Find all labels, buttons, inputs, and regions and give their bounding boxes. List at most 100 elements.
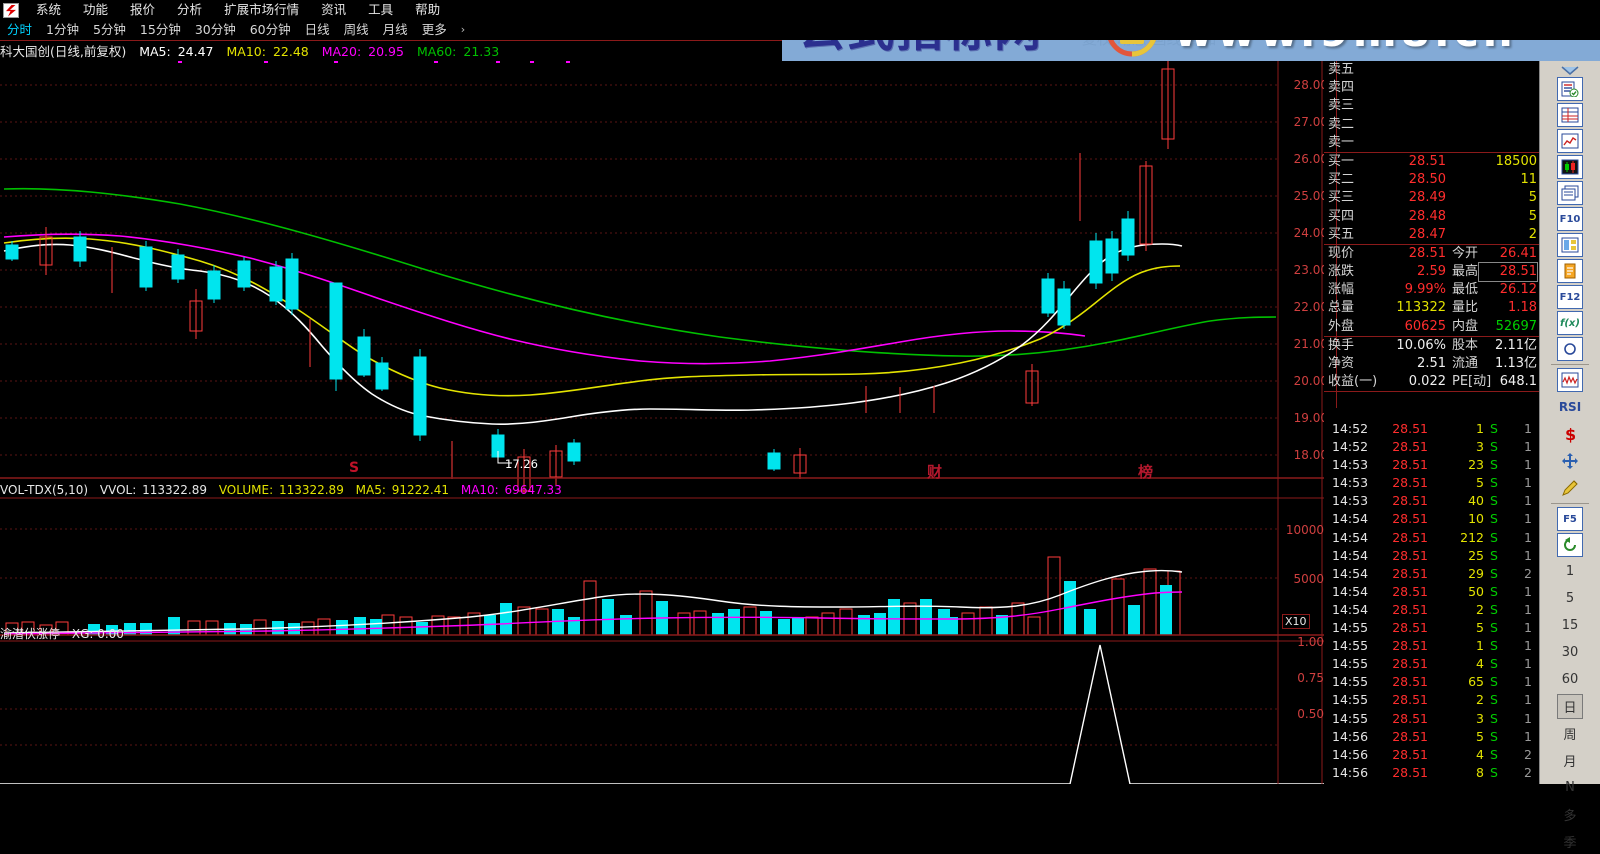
tick-volume: 29 [1468, 565, 1484, 581]
orderbook-sell-row-3[interactable]: 卖三 [1324, 97, 1539, 115]
pencil-icon[interactable] [1557, 475, 1583, 500]
axis-label-main-1: 27.00 [1293, 115, 1328, 129]
chevron-right-icon[interactable]: › [454, 20, 472, 40]
menu-item-1[interactable]: 功能 [72, 0, 119, 20]
layout-icon[interactable] [1557, 233, 1583, 257]
buy1-label: 买一 [1328, 153, 1355, 169]
circle-icon[interactable] [1557, 337, 1583, 361]
rsi-icon[interactable]: RSI [1557, 394, 1583, 419]
refresh-icon[interactable] [1557, 533, 1583, 557]
f12-icon[interactable]: F12 [1557, 285, 1583, 309]
buy4-qty: 5 [1528, 208, 1537, 224]
period-tab-5min[interactable]: 5分钟 [86, 20, 133, 40]
tick-volume: 25 [1468, 547, 1484, 563]
period-button-15[interactable]: 15 [1557, 613, 1583, 638]
tick-time: 14:56 [1332, 764, 1369, 780]
f10-icon[interactable]: F10 [1557, 207, 1583, 231]
period-button-quarter[interactable]: 季 [1557, 829, 1583, 854]
toolbar-divider-2 [1551, 503, 1589, 504]
tick-direction: S [1490, 710, 1498, 726]
period-button-30[interactable]: 30 [1557, 640, 1583, 665]
tick-volume: 50 [1468, 583, 1484, 599]
tick-direction: S [1490, 638, 1498, 654]
orderbook-buy-row-1[interactable]: 买一 28.51 18500 [1324, 153, 1539, 171]
tick-row-3: 14:53 28.51 5 S 1 [1324, 474, 1539, 492]
quote-row-price: 现价 28.51 今开 26.41 [1324, 245, 1539, 263]
period-tab-30min[interactable]: 30分钟 [188, 20, 243, 40]
period-button-multi[interactable]: 多 [1557, 802, 1583, 827]
menu-item-7[interactable]: 帮助 [404, 0, 451, 20]
tick-price: 28.51 [1392, 511, 1428, 527]
orderbook-sell-row-2[interactable]: 卖二 [1324, 116, 1539, 134]
period-button-n[interactable]: N [1557, 775, 1583, 800]
tick-row-15: 14:55 28.51 2 S 1 [1324, 691, 1539, 709]
tick-price: 28.51 [1392, 493, 1428, 509]
tick-count: 1 [1524, 457, 1532, 473]
tick-price: 28.51 [1392, 421, 1428, 436]
formula-icon[interactable]: f(x) [1557, 311, 1583, 335]
ma20-value: 20.95 [368, 44, 404, 59]
tick-list[interactable]: 14:52 28.51 1 S 1 14:52 28.51 3 S 1 14:5… [1324, 420, 1539, 782]
tick-row-6: 14:54 28.51 212 S 1 [1324, 529, 1539, 547]
tick-count: 1 [1524, 421, 1532, 436]
period-button-day[interactable]: 日 [1557, 694, 1583, 719]
tick-price: 28.51 [1392, 764, 1428, 780]
chart-area[interactable]: 28.00 27.00 26.00 25.00 24.00 23.00 22.0… [0, 61, 1328, 784]
period-tab-weekly[interactable]: 周线 [337, 20, 376, 40]
tick-direction: S [1490, 565, 1498, 581]
menu-item-3[interactable]: 分析 [166, 0, 213, 20]
vvol-value: 113322.89 [142, 483, 207, 497]
period-tab-daily[interactable]: 日线 [298, 20, 337, 40]
period-button-month[interactable]: 月 [1557, 748, 1583, 773]
label-outer-volume: 外盘 [1328, 318, 1355, 334]
windows-icon[interactable] [1557, 181, 1583, 205]
line-chart-icon[interactable] [1557, 129, 1583, 153]
move-icon[interactable] [1557, 448, 1583, 473]
dollar-icon[interactable]: $ [1557, 421, 1583, 446]
orderbook-buy-row-3[interactable]: 买三 28.49 5 [1324, 189, 1539, 207]
orderbook-sell-row-4[interactable]: 卖四 [1324, 79, 1539, 97]
chevron-down-icon[interactable] [1559, 62, 1581, 75]
wave-icon[interactable] [1557, 368, 1583, 392]
label-high: 最高 [1452, 264, 1479, 280]
f5-icon[interactable]: F5 [1557, 507, 1583, 531]
period-bar: 分时 1分钟 5分钟 15分钟 30分钟 60分钟 日线 周线 月线 更多 › [0, 20, 1600, 40]
report-check-icon[interactable] [1557, 77, 1583, 101]
table-icon[interactable] [1557, 103, 1583, 127]
orderbook-buy-row-5[interactable]: 买五 28.47 2 [1324, 226, 1539, 244]
orderbook-buy-row-2[interactable]: 买二 28.50 11 [1324, 171, 1539, 189]
orderbook-sell-row-5[interactable]: 卖五 [1324, 61, 1539, 79]
period-tab-15min[interactable]: 15分钟 [133, 20, 188, 40]
menu-item-4[interactable]: 扩展市场行情 [213, 0, 310, 20]
period-tab-60min[interactable]: 60分钟 [243, 20, 298, 40]
volume-label: VOLUME: [218, 483, 274, 497]
tick-count: 1 [1524, 547, 1532, 563]
value-inner-volume: 52697 [1495, 318, 1537, 334]
menu-item-6[interactable]: 工具 [357, 0, 404, 20]
period-button-1[interactable]: 1 [1557, 559, 1583, 584]
axis-label-main-7: 21.00 [1293, 337, 1328, 351]
period-button-week[interactable]: 周 [1557, 721, 1583, 746]
menu-item-5[interactable]: 资讯 [310, 0, 357, 20]
orderbook-buy-row-4[interactable]: 买四 28.48 5 [1324, 208, 1539, 226]
tick-time: 14:53 [1332, 475, 1369, 491]
tick-row-7: 14:54 28.51 25 S 1 [1324, 547, 1539, 565]
quote-row-change: 涨跌 2.59 最高 28.51 [1324, 262, 1539, 283]
candlestick-icon[interactable] [1557, 155, 1583, 179]
period-tab-fenshi[interactable]: 分时 [0, 20, 39, 40]
ma20-label: MA20: [321, 44, 362, 59]
xg-indicator-header: 渝潜伏涨停 XG: 0.00 [0, 627, 124, 642]
ma60-label: MA60: [416, 44, 457, 59]
buy2-label: 买二 [1328, 172, 1355, 188]
orderbook-sell-row-1[interactable]: 卖一 [1324, 134, 1539, 152]
period-tab-more[interactable]: 更多 [415, 20, 454, 40]
clipboard-icon[interactable] [1557, 259, 1583, 283]
period-tab-1min[interactable]: 1分钟 [39, 20, 86, 40]
period-tab-monthly[interactable]: 月线 [376, 20, 415, 40]
period-button-60[interactable]: 60 [1557, 667, 1583, 692]
tick-direction: S [1490, 475, 1498, 491]
menu-item-2[interactable]: 报价 [119, 0, 166, 20]
period-button-5[interactable]: 5 [1557, 586, 1583, 611]
menu-item-0[interactable]: 系统 [25, 0, 72, 20]
tick-direction: S [1490, 547, 1498, 563]
